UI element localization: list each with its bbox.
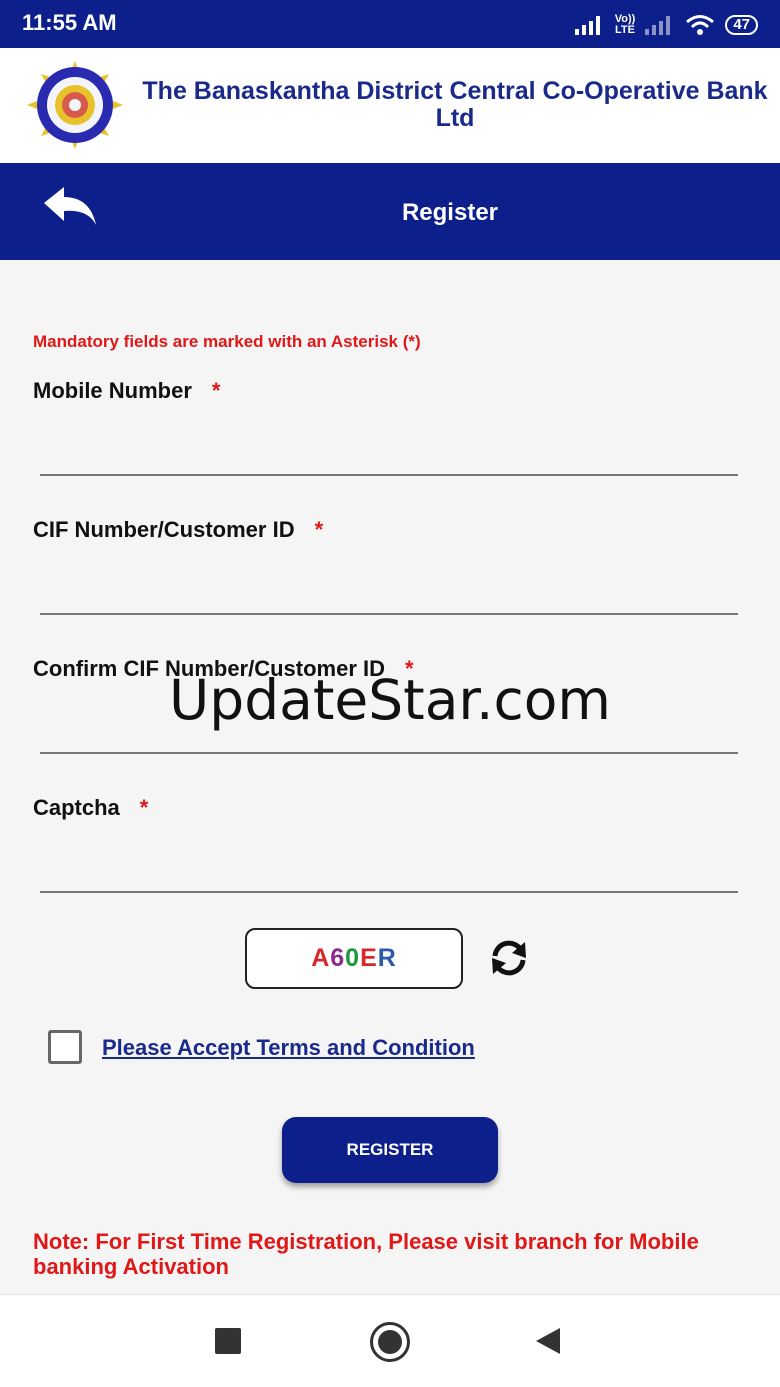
captcha-char: R: [377, 944, 397, 972]
signal-weak-icon: [645, 16, 671, 35]
bank-header: The Banaskantha District Central Co-Oper…: [0, 48, 780, 163]
captcha-input[interactable]: [40, 851, 738, 893]
captcha-char: E: [360, 944, 378, 972]
battery-indicator: 47: [725, 15, 758, 35]
required-asterisk: *: [139, 795, 149, 820]
status-icons: Vo)) LTE 47: [574, 12, 758, 38]
captcha-char: 0: [345, 944, 361, 972]
back-triangle-icon[interactable]: [536, 1328, 560, 1354]
cif-number-label: CIF Number/Customer ID *: [33, 517, 323, 543]
wifi-icon: [686, 15, 715, 35]
home-circle-icon[interactable]: [370, 1322, 410, 1362]
required-asterisk: *: [314, 517, 324, 542]
register-button[interactable]: REGISTER: [282, 1117, 498, 1183]
captcha-label-text: Captcha: [33, 795, 120, 820]
recent-apps-square-icon[interactable]: [215, 1328, 241, 1354]
page-title: Register: [401, 199, 499, 226]
bank-logo: [27, 61, 123, 149]
captcha-char: A: [311, 944, 331, 972]
system-navigation-bar: [0, 1294, 780, 1387]
captcha-char: 6: [330, 944, 346, 972]
mobile-number-input[interactable]: [40, 434, 738, 476]
captcha-image: A60ER: [245, 928, 463, 989]
cif-number-input[interactable]: [40, 573, 738, 615]
registration-note: Note: For First Time Registration, Pleas…: [33, 1229, 699, 1279]
cif-number-label-text: CIF Number/Customer ID: [33, 517, 295, 542]
status-bar: 11:55 AM Vo)) LTE 47: [0, 0, 780, 48]
watermark: UpdateStar.com: [169, 668, 611, 732]
volte-bottom-label: LTE: [615, 24, 635, 36]
captcha-text: A60ER: [311, 944, 397, 972]
required-asterisk: *: [211, 378, 221, 403]
refresh-icon[interactable]: [485, 934, 533, 982]
status-time: 11:55 AM: [22, 10, 117, 35]
title-bar: Register: [0, 163, 780, 260]
signal-icon: [574, 16, 600, 35]
terms-checkbox[interactable]: [48, 1030, 82, 1064]
volte-icon: Vo)) LTE: [615, 14, 636, 36]
mobile-number-label-text: Mobile Number: [33, 378, 192, 403]
mandatory-note: Mandatory fields are marked with an Aste…: [33, 332, 421, 351]
bank-name: The Banaskantha District Central Co-Oper…: [142, 77, 768, 132]
terms-link[interactable]: Please Accept Terms and Condition: [102, 1035, 475, 1061]
captcha-label: Captcha *: [33, 795, 148, 821]
mobile-number-label: Mobile Number *: [33, 378, 220, 404]
